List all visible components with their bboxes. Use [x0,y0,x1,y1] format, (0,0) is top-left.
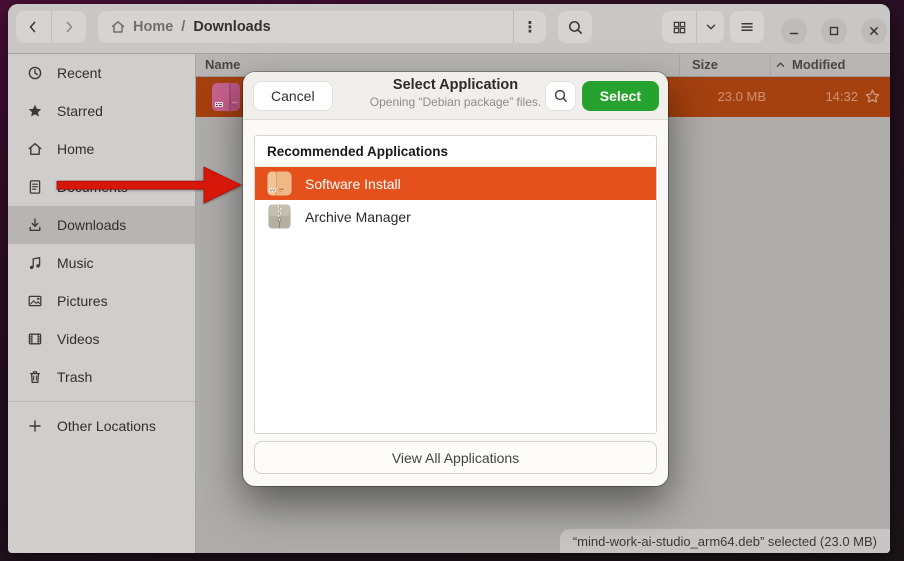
sort-ascending-icon [775,59,786,70]
dialog-headerbar: Cancel Select Application Opening “Debia… [243,72,668,120]
column-header-modified-label: Modified [792,57,845,72]
app-row-software-install[interactable]: Software Install [255,167,656,200]
sidebar-item-label: Starred [57,103,103,119]
cancel-button[interactable]: Cancel [253,81,333,111]
select-application-dialog: Cancel Select Application Opening “Debia… [243,72,668,486]
sidebar-item-recent[interactable]: Recent [8,54,195,92]
sidebar-item-label: Pictures [57,293,108,309]
column-divider [679,54,680,77]
app-row-archive-manager[interactable]: Archive Manager [255,200,656,233]
kebab-menu-icon: ⋮ [523,18,538,36]
maximize-button[interactable] [821,18,847,44]
grid-view-button[interactable] [662,11,696,43]
red-arrow-annotation [56,164,243,206]
sidebar-item-label: Recent [57,65,101,81]
minimize-icon [788,25,800,37]
sidebar-item-videos[interactable]: Videos [8,320,195,358]
app-name: Software Install [305,176,401,192]
view-all-applications-button[interactable]: View All Applications [254,441,657,474]
sidebar-item-label: Videos [57,331,100,347]
select-button[interactable]: Select [582,81,659,111]
music-note-icon [27,255,43,271]
grid-view-icon [672,20,687,35]
maximize-icon [828,25,840,37]
breadcrumb-current[interactable]: Downloads [193,19,270,35]
deb-package-file-icon [210,81,242,113]
star-outline-icon[interactable] [864,88,881,105]
selection-statusbar: “mind-work-ai-studio_arm64.deb” selected… [560,529,890,553]
minimize-button[interactable] [781,18,807,44]
plus-icon [27,418,43,434]
document-icon [27,179,43,195]
trash-icon [27,369,43,385]
nav-button-group [16,11,86,43]
film-icon [27,331,43,347]
sidebar-item-label: Music [57,255,94,271]
dialog-title: Select Application [353,77,558,93]
hamburger-menu-icon [739,19,755,35]
desktop: Home / Downloads ⋮ [0,0,904,561]
back-chevron-icon [25,19,41,35]
breadcrumb-home[interactable]: Home [110,19,173,35]
sidebar-item-pictures[interactable]: Pictures [8,282,195,320]
view-options-dropdown[interactable] [696,11,724,43]
sidebar-item-starred[interactable]: Starred [8,92,195,130]
file-modified-time: 14:32 [825,89,858,104]
forward-button[interactable] [51,11,87,43]
sidebar: Recent Starred Home Documents Downloads … [8,54,196,553]
chevron-down-icon [704,20,718,34]
dialog-title-area: Select Application Opening “Debian packa… [353,77,558,109]
star-icon [27,103,43,119]
main-menu-button[interactable] [730,11,764,43]
home-icon [110,19,126,35]
software-install-icon [266,170,293,197]
file-size: 23.0 MB [718,89,766,104]
search-button[interactable] [558,11,592,43]
sidebar-item-music[interactable]: Music [8,244,195,282]
home-icon [27,141,43,157]
column-divider [770,54,771,77]
clock-icon [27,65,43,81]
breadcrumb: Home / Downloads ⋮ [98,11,546,43]
folder-menu-button[interactable]: ⋮ [513,11,546,43]
headerbar: Home / Downloads ⋮ [8,4,890,54]
back-button[interactable] [16,11,51,43]
sidebar-separator [8,401,195,402]
sidebar-item-label: Other Locations [57,418,156,434]
application-listbox: Recommended Applications Software Instal… [254,135,657,434]
search-icon [553,88,569,104]
sidebar-item-home[interactable]: Home [8,130,195,168]
image-icon [27,293,43,309]
close-icon [868,25,880,37]
sidebar-item-trash[interactable]: Trash [8,358,195,396]
view-toggle-group [662,11,724,43]
sidebar-item-label: Home [57,141,94,157]
breadcrumb-home-label: Home [133,19,173,35]
app-name: Archive Manager [305,209,411,225]
sidebar-item-other-locations[interactable]: Other Locations [8,407,195,445]
dialog-subtitle: Opening “Debian package” files. [353,95,558,109]
archive-manager-icon [266,203,293,230]
column-header-modified[interactable]: Modified [775,57,845,72]
search-icon [567,19,584,36]
forward-chevron-icon [61,19,77,35]
download-icon [27,217,43,233]
sidebar-item-label: Downloads [57,217,126,233]
dialog-search-button[interactable] [545,81,576,111]
sidebar-item-label: Trash [57,369,92,385]
column-header-size[interactable]: Size [692,57,718,72]
recommended-section-header: Recommended Applications [255,136,656,167]
breadcrumb-separator: / [181,19,185,35]
column-header-name[interactable]: Name [205,57,240,72]
close-button[interactable] [861,18,887,44]
sidebar-item-downloads[interactable]: Downloads [8,206,195,244]
selection-status-text: “mind-work-ai-studio_arm64.deb” selected… [573,534,877,549]
